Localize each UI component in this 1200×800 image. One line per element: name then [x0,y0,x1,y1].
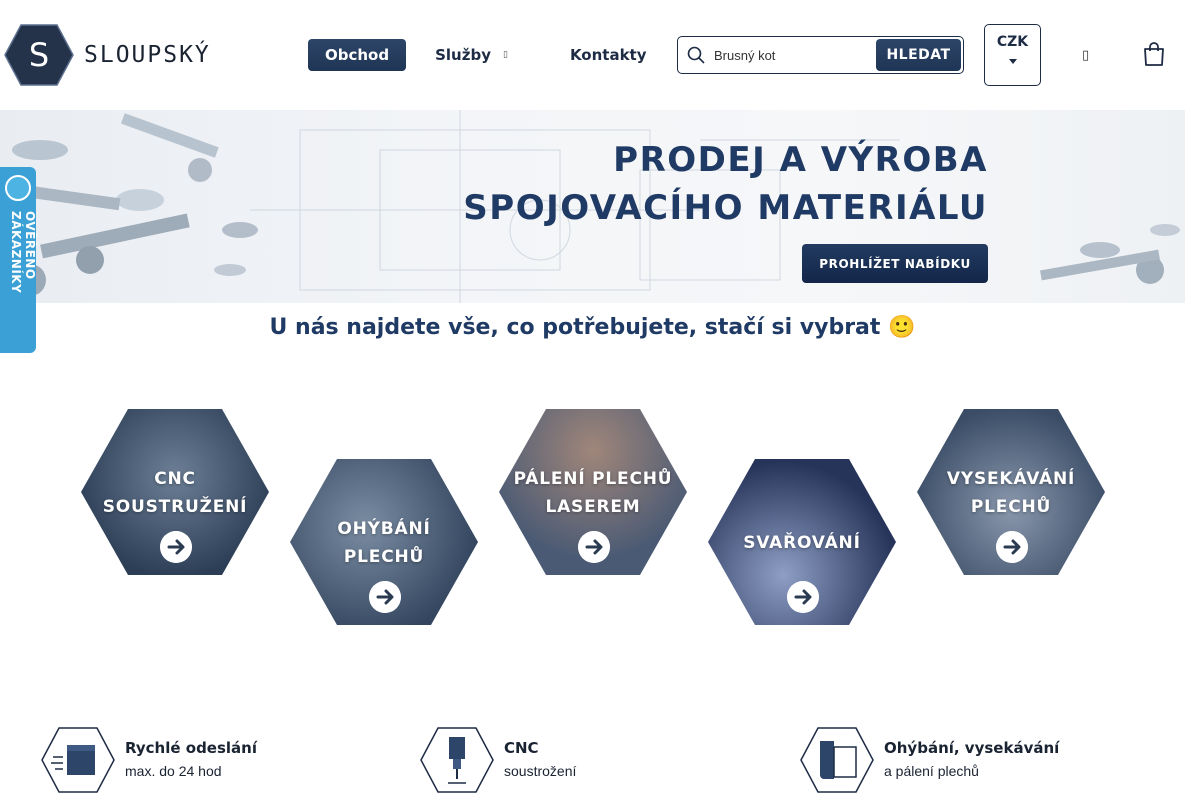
site-header: S SLOUPSKÝ Obchod Služby ▯ Kontakty HLEDA… [0,0,1200,110]
section-title: U nás najdete vše, co potřebujete, stačí… [269,315,916,340]
arrow-right-icon[interactable] [369,581,401,613]
service-punching[interactable]: VYSEKÁVÁNÍ PLECHŮ [917,409,1105,575]
feature-title: CNC [504,739,539,757]
feature-text: Rychlé odeslání max. do 24 hod [125,739,257,779]
service-label: PÁLENÍ PLECHŮ LASEREM [499,465,687,521]
arrow-right-icon[interactable] [160,531,192,563]
search-icon [678,37,714,73]
brand-name: SLOUPSKÝ [84,42,211,68]
feature-text: Ohýbání, vysekávání a pálení plechů [884,739,1059,779]
currency-select[interactable]: CZK [984,24,1041,86]
feature-cnc: CNC soustrožení [420,727,576,793]
verified-seal-icon [5,175,31,201]
banner-title-line: SPOJOVACÍHO MATERIÁLU [463,188,988,228]
service-label: OHÝBÁNÍ PLECHŮ [290,515,478,571]
service-label: SVAŘOVÁNÍ [708,529,896,557]
nav-item-sluzby[interactable]: Služby ▯ [418,39,525,71]
feature-subtitle: max. do 24 hod [125,763,222,779]
currency-label: CZK [996,34,1029,50]
service-label-line: OHÝBÁNÍ [337,519,431,539]
service-label: CNC SOUSTRUŽENÍ [81,465,269,521]
sheet-metal-icon [800,727,874,793]
feature-bending: Ohýbání, vysekávání a pálení plechů [800,727,1059,793]
arrow-right-icon[interactable] [996,531,1028,563]
service-label-line: LASEREM [545,497,641,517]
service-label-line: PLECHŮ [343,547,425,567]
box-icon [41,727,115,793]
hero-banner: PRODEJ A VÝROBA SPOJOVACÍHO MATERIÁLU PR… [0,110,1185,303]
chevron-down-icon: ▯ [502,50,508,60]
browse-offer-button[interactable]: PROHLÍŽET NABÍDKU [802,244,988,283]
search-bar: HLEDAT [677,36,964,74]
service-label-line: SVAŘOVÁNÍ [743,533,861,553]
arrow-right-icon[interactable] [787,581,819,613]
feature-title: Ohýbání, vysekávání [884,739,1060,757]
service-label-line: SOUSTRUŽENÍ [102,497,248,517]
feature-subtitle: soustrožení [504,763,577,779]
service-label: VYSEKÁVÁNÍ PLECHŮ [917,465,1105,521]
service-label-line: PÁLENÍ PLECHŮ [513,469,673,489]
banner-title-line: PRODEJ A VÝROBA [613,140,988,180]
logo-hexagon-icon: S [4,24,74,86]
cart-icon[interactable] [1143,42,1165,66]
feature-subtitle: a pálení plechů [884,763,979,779]
search-button[interactable]: HLEDAT [876,39,961,71]
caret-down-icon [1008,59,1017,64]
nav-item-obchod[interactable]: Obchod [308,39,407,71]
service-label-line: VYSEKÁVÁNÍ [946,469,1076,489]
brand-logo[interactable]: S SLOUPSKÝ [4,24,211,86]
user-icon[interactable]: ▯ [1082,47,1096,65]
nav-item-kontakty[interactable]: Kontakty [553,39,664,71]
feature-text: CNC soustrožení [504,739,576,779]
nav-item-label: Kontakty [569,46,647,64]
svg-text:S: S [29,36,49,74]
feature-fast-shipping: Rychlé odeslání max. do 24 hod [41,727,257,793]
banner-title: PRODEJ A VÝROBA SPOJOVACÍHO MATERIÁLU [463,136,988,232]
service-laser-cutting[interactable]: PÁLENÍ PLECHŮ LASEREM [499,409,687,575]
search-input[interactable] [714,47,874,63]
nav-item-label: Služby [435,46,491,64]
service-label-line: CNC [154,469,196,489]
cnc-icon [420,727,494,793]
main-nav: Obchod Služby ▯ Kontakty [308,39,664,71]
service-label-line: PLECHŮ [970,497,1052,517]
service-cnc-turning[interactable]: CNC SOUSTRUŽENÍ [81,409,269,575]
service-sheet-bending[interactable]: OHÝBÁNÍ PLECHŮ [290,459,478,625]
feature-title: Rychlé odeslání [125,739,257,757]
service-welding[interactable]: SVAŘOVÁNÍ [708,459,896,625]
arrow-right-icon[interactable] [578,531,610,563]
nav-item-label: Obchod [325,46,390,64]
